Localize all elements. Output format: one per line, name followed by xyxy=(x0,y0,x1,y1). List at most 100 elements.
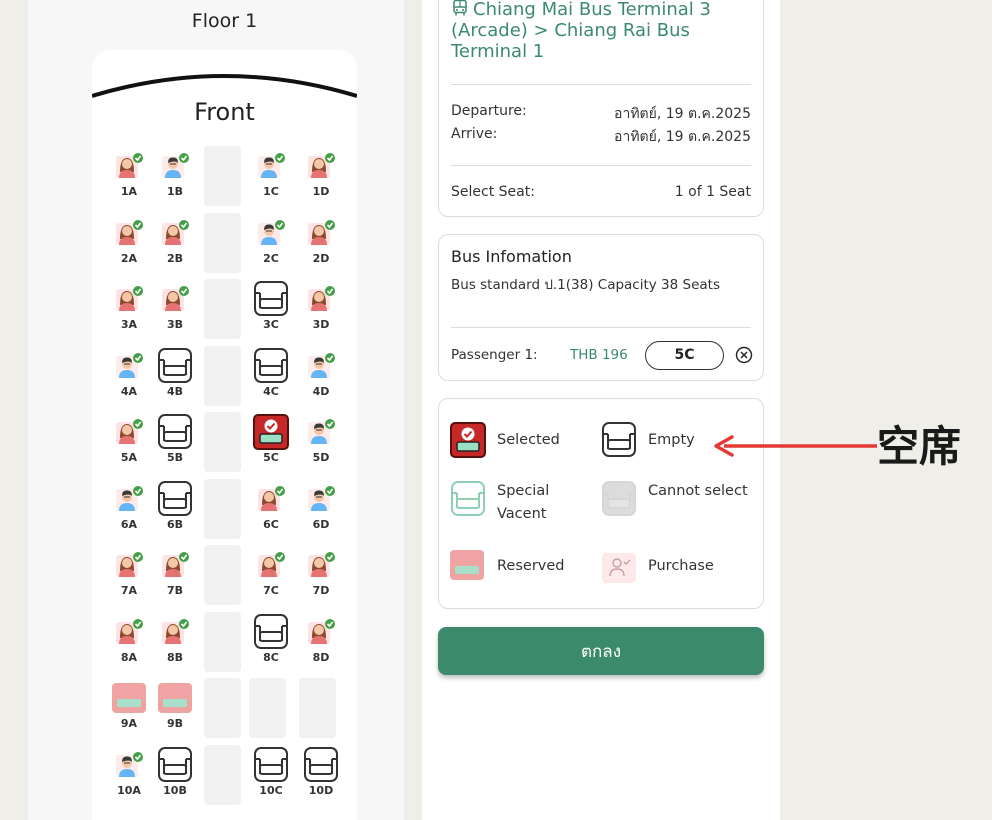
seat-3c[interactable]: 3C xyxy=(251,279,291,339)
seat-label: 10B xyxy=(163,783,187,797)
legend-purchase-label: Purchase xyxy=(648,558,714,574)
divider xyxy=(451,327,751,328)
no-seat-space xyxy=(249,678,286,738)
aisle-space xyxy=(204,478,241,539)
seat-1a: 1A xyxy=(109,146,149,206)
arrive-row: Arrive: อาทิตย์, 19 ต.ค.2025 xyxy=(451,126,751,148)
seat-4a: 4A xyxy=(109,346,149,406)
seat-1b: 1B xyxy=(155,146,195,206)
confirm-button[interactable]: ตกลง xyxy=(438,627,764,675)
legend-purchase: Purchase xyxy=(600,549,750,599)
seat-10b[interactable]: 10B xyxy=(155,745,195,805)
seat-5b[interactable]: 5B xyxy=(155,412,195,472)
route-text: Chiang Mai Bus Terminal 3 (Arcade) > Chi… xyxy=(451,0,711,62)
bus-info-description: Bus standard ป.1(38) Capacity 38 Seats xyxy=(451,277,720,293)
seat-5d: 5D xyxy=(301,412,341,472)
male-passenger-icon xyxy=(109,745,149,785)
seat-label: 1A xyxy=(120,185,138,198)
aisle-space xyxy=(204,744,241,805)
female-passenger-icon xyxy=(109,412,149,452)
seat-8c[interactable]: 8C xyxy=(251,612,291,672)
seat-5c[interactable]: 5C xyxy=(251,412,291,472)
seat-8a: 8A xyxy=(109,612,149,672)
reserved-seat-icon xyxy=(155,678,195,718)
female-passenger-icon xyxy=(251,545,291,585)
seat-label: 1B xyxy=(166,185,184,198)
divider xyxy=(451,165,751,166)
reserved-seat-icon xyxy=(109,678,149,718)
seat-label: 8B xyxy=(166,650,184,664)
male-passenger-icon xyxy=(301,479,341,519)
male-passenger-icon xyxy=(155,146,195,186)
seat-2b: 2B xyxy=(155,213,195,273)
seat-label: 9B xyxy=(166,717,184,730)
aisle-space xyxy=(204,545,241,605)
seat-3d: 3D xyxy=(301,279,341,339)
bus-icon xyxy=(453,0,467,16)
floor-title: Floor 1 xyxy=(191,10,258,32)
seat-6a: 6A xyxy=(109,479,149,539)
seat-label: 1C xyxy=(263,185,279,198)
seat-2a: 2A xyxy=(109,213,149,273)
empty-seat-icon xyxy=(251,612,291,652)
legend-reserved: Reserved xyxy=(449,549,599,599)
female-passenger-icon xyxy=(109,612,149,652)
seat-7d: 7D xyxy=(301,545,341,605)
female-passenger-icon xyxy=(109,146,149,186)
seat-label: 4A xyxy=(120,384,138,398)
bus-front-label: Front xyxy=(194,98,255,126)
seat-4c[interactable]: 4C xyxy=(251,346,291,406)
seat-label: 3B xyxy=(166,318,184,331)
callout-text: 空席 xyxy=(877,422,962,471)
seat-5a: 5A xyxy=(109,412,149,472)
empty-seat-icon xyxy=(251,346,291,386)
clear-seat-icon[interactable] xyxy=(734,345,754,365)
arrive-label: Arrive: xyxy=(451,126,498,142)
divider xyxy=(451,84,751,85)
passenger-seat-chip[interactable]: 5C xyxy=(645,341,724,370)
seat-label: 1D xyxy=(312,185,330,198)
cannot-select-seat-icon xyxy=(600,480,640,520)
seat-4b[interactable]: 4B xyxy=(155,346,195,406)
select-seat-label: Select Seat: xyxy=(451,184,535,200)
special-vacant-seat-icon xyxy=(449,480,489,520)
female-passenger-icon xyxy=(109,279,149,319)
reserved-seat-icon xyxy=(449,549,489,589)
female-passenger-icon xyxy=(109,213,149,253)
male-passenger-icon xyxy=(251,213,291,253)
passenger-price: THB 196 xyxy=(570,347,628,363)
seat-label: 8D xyxy=(312,650,330,664)
empty-seat-icon xyxy=(155,745,195,785)
aisle-space xyxy=(204,345,241,406)
male-passenger-icon xyxy=(109,346,149,386)
seat-label: 9A xyxy=(120,717,138,730)
bus-layout: Front 1A 1B 1C 1D 2A 2B 2C 2D 3A 3B 3C 3D 4A 4B 4C 4D 5A… xyxy=(92,50,357,820)
departure-label: Departure: xyxy=(451,103,527,119)
empty-seat-icon xyxy=(155,412,195,452)
seat-4d: 4D xyxy=(301,346,341,406)
male-passenger-icon xyxy=(251,146,291,186)
route-title: Chiang Mai Bus Terminal 3 (Arcade) > Chi… xyxy=(451,0,751,62)
seat-3b: 3B xyxy=(155,279,195,339)
seat-9a: 9A xyxy=(109,678,149,738)
seat-label: 2A xyxy=(120,251,138,265)
select-seat-value: 1 of 1 Seat xyxy=(674,184,751,200)
seat-label: 4B xyxy=(166,384,184,398)
legend-cannot-select: Cannot select xyxy=(600,480,750,530)
seat-10d[interactable]: 10D xyxy=(301,745,341,805)
seat-1d: 1D xyxy=(301,146,341,206)
seat-label: 2C xyxy=(263,251,279,265)
female-passenger-icon xyxy=(155,279,195,319)
seat-label: 7A xyxy=(120,584,138,597)
female-passenger-icon xyxy=(155,545,195,585)
seat-label: 5D xyxy=(312,451,330,464)
female-passenger-icon xyxy=(251,479,291,519)
male-passenger-icon xyxy=(301,412,341,452)
departure-value: อาทิตย์, 19 ต.ค.2025 xyxy=(614,106,751,122)
aisle-space xyxy=(204,678,241,738)
legend-selected: Selected xyxy=(449,421,599,471)
seat-6b[interactable]: 6B xyxy=(155,479,195,539)
seat-label: 8C xyxy=(263,650,279,664)
legend-cannot-select-label: Cannot select xyxy=(648,483,748,499)
seat-10c[interactable]: 10C xyxy=(251,745,291,805)
